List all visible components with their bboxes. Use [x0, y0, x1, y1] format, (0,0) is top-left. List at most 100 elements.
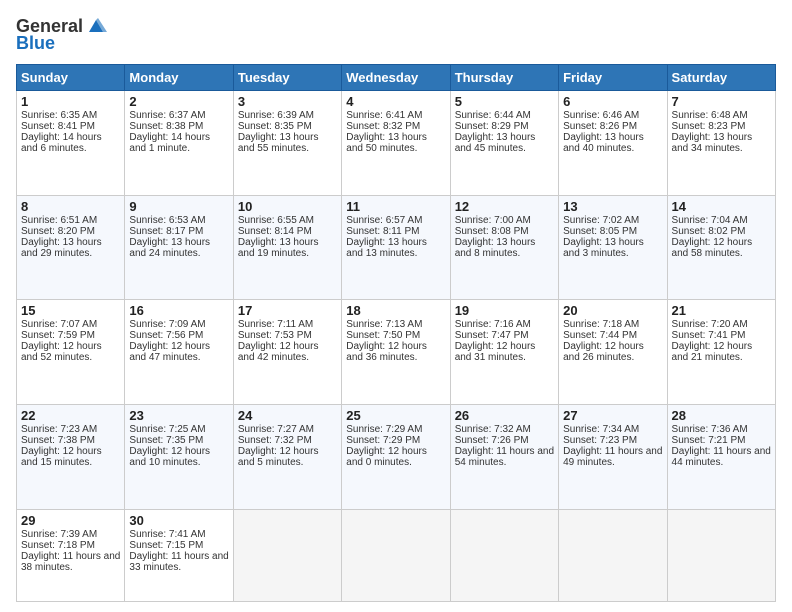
sunset: Sunset: 7:29 PM [346, 435, 420, 446]
col-header-monday: Monday [125, 65, 233, 91]
day-number: 14 [672, 199, 771, 214]
sunset: Sunset: 8:23 PM [672, 121, 746, 132]
col-header-thursday: Thursday [450, 65, 558, 91]
week-row-1: 1Sunrise: 6:35 AMSunset: 8:41 PM Daylight… [17, 91, 776, 196]
sunrise: Sunrise: 6:51 AM [21, 215, 97, 226]
col-header-saturday: Saturday [667, 65, 775, 91]
daylight: Daylight: 12 hours and 10 minutes. [129, 446, 210, 468]
day-number: 4 [346, 94, 445, 109]
sunset: Sunset: 8:41 PM [21, 121, 95, 132]
calendar-cell: 17Sunrise: 7:11 AMSunset: 7:53 PMDayligh… [233, 300, 341, 405]
sunrise: Sunrise: 7:25 AM [129, 424, 205, 435]
calendar-cell: 29Sunrise: 7:39 AMSunset: 7:18 PMDayligh… [17, 509, 125, 601]
page: General Blue SundayMondayTuesdayWednesda… [0, 0, 792, 612]
sunset: Sunset: 7:26 PM [455, 435, 529, 446]
sunset: Sunset: 7:59 PM [21, 330, 95, 341]
calendar-cell: 23Sunrise: 7:25 AMSunset: 7:35 PMDayligh… [125, 405, 233, 510]
calendar-cell [559, 509, 667, 601]
sunrise: Sunrise: 7:02 AM [563, 215, 639, 226]
sunrise: Sunrise: 6:41 AM [346, 110, 422, 121]
calendar-cell: 3Sunrise: 6:39 AMSunset: 8:35 PMDaylight… [233, 91, 341, 196]
sunrise: Sunrise: 7:16 AM [455, 319, 531, 330]
sunset: Sunset: 8:02 PM [672, 226, 746, 237]
sunrise: Sunrise: 7:09 AM [129, 319, 205, 330]
calendar-cell [342, 509, 450, 601]
calendar-cell: 16Sunrise: 7:09 AMSunset: 7:56 PMDayligh… [125, 300, 233, 405]
daylight: Daylight: 13 hours and 19 minutes. [238, 237, 319, 259]
calendar-cell: 7Sunrise: 6:48 AMSunset: 8:23 PMDaylight… [667, 91, 775, 196]
daylight: Daylight: 13 hours and 40 minutes. [563, 132, 644, 154]
col-header-wednesday: Wednesday [342, 65, 450, 91]
sunrise: Sunrise: 7:04 AM [672, 215, 748, 226]
day-number: 13 [563, 199, 662, 214]
calendar-cell: 13Sunrise: 7:02 AMSunset: 8:05 PMDayligh… [559, 195, 667, 300]
daylight: Daylight: 12 hours and 5 minutes. [238, 446, 319, 468]
day-number: 22 [21, 408, 120, 423]
sunrise: Sunrise: 7:27 AM [238, 424, 314, 435]
daylight: Daylight: 12 hours and 0 minutes. [346, 446, 427, 468]
day-number: 15 [21, 303, 120, 318]
sunset: Sunset: 7:35 PM [129, 435, 203, 446]
calendar-cell: 18Sunrise: 7:13 AMSunset: 7:50 PMDayligh… [342, 300, 450, 405]
sunset: Sunset: 7:47 PM [455, 330, 529, 341]
sunset: Sunset: 7:18 PM [21, 540, 95, 551]
daylight: Daylight: 12 hours and 47 minutes. [129, 341, 210, 363]
week-row-2: 8Sunrise: 6:51 AMSunset: 8:20 PMDaylight… [17, 195, 776, 300]
sunset: Sunset: 8:20 PM [21, 226, 95, 237]
sunrise: Sunrise: 7:13 AM [346, 319, 422, 330]
sunrise: Sunrise: 6:35 AM [21, 110, 97, 121]
day-number: 27 [563, 408, 662, 423]
daylight: Daylight: 12 hours and 31 minutes. [455, 341, 536, 363]
daylight: Daylight: 12 hours and 21 minutes. [672, 341, 753, 363]
day-number: 6 [563, 94, 662, 109]
day-number: 1 [21, 94, 120, 109]
calendar-cell: 21Sunrise: 7:20 AMSunset: 7:41 PMDayligh… [667, 300, 775, 405]
sunrise: Sunrise: 6:44 AM [455, 110, 531, 121]
daylight: Daylight: 12 hours and 58 minutes. [672, 237, 753, 259]
calendar-cell: 14Sunrise: 7:04 AMSunset: 8:02 PMDayligh… [667, 195, 775, 300]
calendar-cell: 6Sunrise: 6:46 AMSunset: 8:26 PMDaylight… [559, 91, 667, 196]
sunrise: Sunrise: 7:11 AM [238, 319, 313, 330]
day-number: 16 [129, 303, 228, 318]
col-header-tuesday: Tuesday [233, 65, 341, 91]
sunrise: Sunrise: 6:55 AM [238, 215, 314, 226]
daylight: Daylight: 11 hours and 49 minutes. [563, 446, 662, 468]
daylight: Daylight: 13 hours and 34 minutes. [672, 132, 753, 154]
day-number: 21 [672, 303, 771, 318]
sunrise: Sunrise: 7:23 AM [21, 424, 97, 435]
day-number: 26 [455, 408, 554, 423]
sunrise: Sunrise: 6:46 AM [563, 110, 639, 121]
sunrise: Sunrise: 7:00 AM [455, 215, 531, 226]
daylight: Daylight: 13 hours and 55 minutes. [238, 132, 319, 154]
daylight: Daylight: 11 hours and 44 minutes. [672, 446, 771, 468]
daylight: Daylight: 12 hours and 36 minutes. [346, 341, 427, 363]
calendar-cell: 15Sunrise: 7:07 AMSunset: 7:59 PMDayligh… [17, 300, 125, 405]
calendar-cell: 11Sunrise: 6:57 AMSunset: 8:11 PMDayligh… [342, 195, 450, 300]
sunset: Sunset: 7:21 PM [672, 435, 746, 446]
sunset: Sunset: 8:17 PM [129, 226, 203, 237]
week-row-5: 29Sunrise: 7:39 AMSunset: 7:18 PMDayligh… [17, 509, 776, 601]
sunset: Sunset: 7:23 PM [563, 435, 637, 446]
sunset: Sunset: 8:38 PM [129, 121, 203, 132]
sunset: Sunset: 7:53 PM [238, 330, 312, 341]
sunset: Sunset: 7:41 PM [672, 330, 746, 341]
calendar-cell: 1Sunrise: 6:35 AMSunset: 8:41 PMDaylight… [17, 91, 125, 196]
sunrise: Sunrise: 7:39 AM [21, 529, 97, 540]
sunrise: Sunrise: 6:48 AM [672, 110, 748, 121]
sunset: Sunset: 7:38 PM [21, 435, 95, 446]
sunset: Sunset: 7:50 PM [346, 330, 420, 341]
day-number: 19 [455, 303, 554, 318]
sunrise: Sunrise: 7:29 AM [346, 424, 422, 435]
calendar-cell: 24Sunrise: 7:27 AMSunset: 7:32 PMDayligh… [233, 405, 341, 510]
day-number: 18 [346, 303, 445, 318]
sunrise: Sunrise: 7:07 AM [21, 319, 97, 330]
day-number: 24 [238, 408, 337, 423]
day-number: 29 [21, 513, 120, 528]
week-row-3: 15Sunrise: 7:07 AMSunset: 7:59 PM Dayligh… [17, 300, 776, 405]
sunrise: Sunrise: 6:39 AM [238, 110, 314, 121]
logo-blue: Blue [16, 33, 55, 54]
calendar-cell: 2Sunrise: 6:37 AMSunset: 8:38 PMDaylight… [125, 91, 233, 196]
daylight: Daylight: 13 hours and 24 minutes. [129, 237, 210, 259]
sunrise: Sunrise: 7:36 AM [672, 424, 748, 435]
day-number: 11 [346, 199, 445, 214]
